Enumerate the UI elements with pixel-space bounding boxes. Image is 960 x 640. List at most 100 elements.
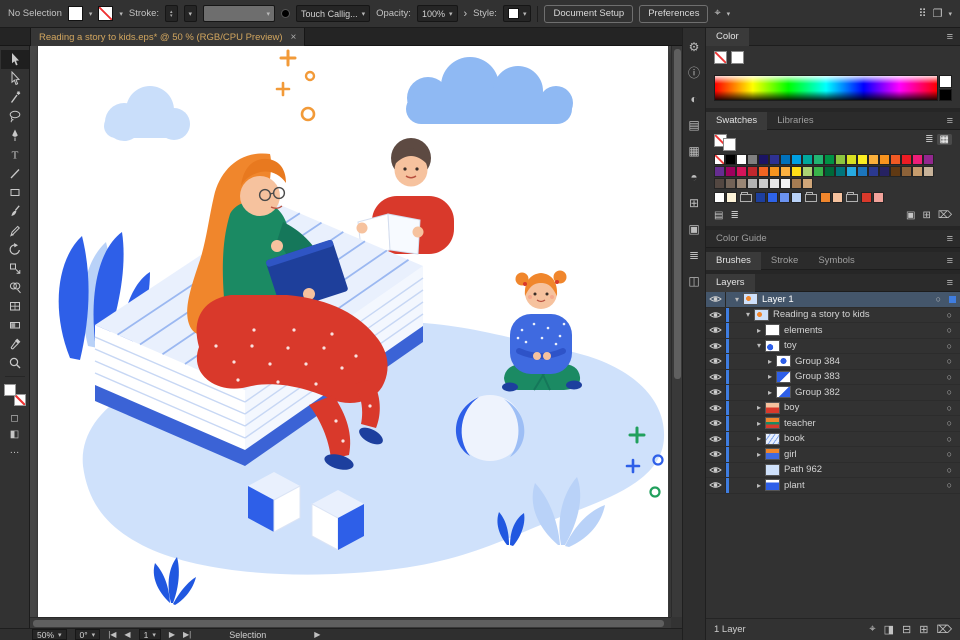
- visibility-eye-icon[interactable]: [706, 323, 726, 338]
- delete-layer-icon[interactable]: ⌦: [936, 623, 952, 636]
- color-swatch[interactable]: [725, 178, 736, 189]
- style-dropdown[interactable]: ▾: [502, 5, 532, 22]
- layer-thumbnail[interactable]: [765, 448, 780, 461]
- canvas-area[interactable]: [30, 46, 682, 628]
- pencil-tool[interactable]: [1, 221, 29, 240]
- layer-row[interactable]: ▾ toy ○: [706, 338, 960, 354]
- horizontal-scrollbar[interactable]: [30, 617, 671, 628]
- layer-thumbnail[interactable]: [765, 432, 780, 445]
- rotation-dropdown[interactable]: 0° ▾: [74, 629, 101, 640]
- color-swatch[interactable]: [791, 192, 802, 203]
- color-swatch[interactable]: [769, 178, 780, 189]
- visibility-eye-icon[interactable]: [706, 354, 726, 369]
- layer-thumbnail[interactable]: [776, 355, 791, 368]
- tab-libraries[interactable]: Libraries: [767, 112, 823, 130]
- layer-thumbnail[interactable]: [765, 401, 780, 414]
- layer-thumbnail[interactable]: [765, 417, 780, 430]
- color-swatch[interactable]: [802, 154, 813, 165]
- brush-definition-dropdown[interactable]: Touch Callig... ▾: [296, 5, 371, 22]
- cloud-left[interactable]: [104, 86, 190, 141]
- direct-selection-tool[interactable]: [1, 69, 29, 88]
- gradient-icon[interactable]: ▦: [684, 142, 704, 159]
- mesh-tool[interactable]: [1, 297, 29, 316]
- make-clipping-mask-icon[interactable]: ◨: [884, 623, 894, 636]
- layer-name[interactable]: teacher: [784, 418, 939, 429]
- color-swatch[interactable]: [901, 166, 912, 177]
- stroke-color-swatch[interactable]: [98, 6, 114, 21]
- properties-icon[interactable]: ⚙: [684, 38, 704, 55]
- color-swatch[interactable]: [824, 166, 835, 177]
- color-swatch[interactable]: [890, 154, 901, 165]
- target-circle-icon[interactable]: ○: [939, 418, 960, 428]
- tab-symbols[interactable]: Symbols: [808, 252, 864, 270]
- color-swatch[interactable]: [780, 154, 791, 165]
- pen-tool[interactable]: [1, 126, 29, 145]
- layer-name[interactable]: Layer 1: [762, 294, 928, 305]
- visibility-eye-icon[interactable]: [706, 431, 726, 446]
- new-color-group-icon[interactable]: ▣: [906, 210, 915, 221]
- fill-none-swatch[interactable]: [714, 51, 727, 64]
- eyedropper-tool[interactable]: [1, 335, 29, 354]
- color-swatch[interactable]: [835, 166, 846, 177]
- color-group-folder-icon[interactable]: [805, 191, 817, 202]
- color-swatch[interactable]: [758, 154, 769, 165]
- color-swatch[interactable]: [725, 154, 736, 165]
- color-swatch[interactable]: [725, 166, 736, 177]
- visibility-eye-icon[interactable]: [706, 307, 726, 322]
- chevron-down-icon[interactable]: ▾: [948, 10, 952, 18]
- layer-name[interactable]: elements: [784, 325, 939, 336]
- rectangle-tool[interactable]: [1, 183, 29, 202]
- color-swatch[interactable]: [714, 178, 725, 189]
- layer-row[interactable]: ▸ girl ○: [706, 447, 960, 463]
- expand-chevron-icon[interactable]: ▸: [754, 403, 764, 412]
- locate-object-icon[interactable]: ⌖: [869, 623, 875, 636]
- color-swatch[interactable]: [857, 154, 868, 165]
- expand-chevron-icon[interactable]: ▾: [754, 341, 764, 350]
- color-swatch[interactable]: [769, 166, 780, 177]
- new-sublayer-icon[interactable]: ⊟: [902, 623, 911, 636]
- target-circle-icon[interactable]: ○: [939, 465, 960, 475]
- rotate-tool[interactable]: [1, 240, 29, 259]
- layer-name[interactable]: Group 382: [795, 387, 939, 398]
- first-artboard-icon[interactable]: |◀: [108, 630, 116, 639]
- target-circle-icon[interactable]: ○: [939, 310, 960, 320]
- color-swatch[interactable]: [714, 166, 725, 177]
- panel-menu-icon[interactable]: ≡: [940, 233, 960, 245]
- swatches-icon[interactable]: ▤: [684, 116, 704, 133]
- visibility-eye-icon[interactable]: [706, 478, 726, 493]
- layer-name[interactable]: Reading a story to kids: [773, 309, 939, 320]
- layer-name[interactable]: Path 962: [784, 464, 939, 475]
- color-swatch[interactable]: [758, 166, 769, 177]
- preferences-button[interactable]: Preferences: [639, 4, 709, 23]
- zoom-tool[interactable]: [1, 354, 29, 373]
- color-swatch[interactable]: [791, 178, 802, 189]
- tab-swatches[interactable]: Swatches: [706, 111, 768, 130]
- layer-row[interactable]: ▸ book ○: [706, 431, 960, 447]
- expand-chevron-icon[interactable]: ▸: [754, 481, 764, 490]
- workspace-switcher-icon[interactable]: ❐: [933, 7, 943, 20]
- screen-mode-icon[interactable]: ◧: [10, 426, 19, 442]
- color-swatch[interactable]: [747, 154, 758, 165]
- layer-row[interactable]: ▸ Group 384 ○: [706, 354, 960, 370]
- paintbrush-tool[interactable]: [1, 202, 29, 221]
- target-circle-icon[interactable]: ○: [939, 434, 960, 444]
- shape-builder-tool[interactable]: [1, 278, 29, 297]
- layer-thumbnail[interactable]: [754, 308, 769, 321]
- info-icon[interactable]: ⓘ: [684, 64, 704, 81]
- color-swatch[interactable]: [747, 166, 758, 177]
- opacity-dropdown[interactable]: 100% ▾: [416, 5, 458, 22]
- color-swatch[interactable]: [747, 178, 758, 189]
- panel-menu-icon[interactable]: ≡: [940, 277, 960, 289]
- app-grid-icon[interactable]: ⠿: [919, 7, 927, 20]
- color-swatch[interactable]: [879, 154, 890, 165]
- layer-row[interactable]: ▸ Group 383 ○: [706, 369, 960, 385]
- layer-row[interactable]: ▸ plant ○: [706, 478, 960, 494]
- workspace-tools-icon[interactable]: ⌖: [714, 7, 720, 20]
- color-swatch[interactable]: [755, 192, 766, 203]
- color-icon[interactable]: ◐: [684, 90, 704, 107]
- panel-menu-icon[interactable]: ≡: [940, 255, 960, 267]
- layer-row[interactable]: ▸ Group 382 ○: [706, 385, 960, 401]
- transparency-icon[interactable]: ◓: [684, 168, 704, 185]
- expand-chevron-icon[interactable]: ▸: [754, 434, 764, 443]
- vertical-scrollbar[interactable]: [671, 46, 682, 617]
